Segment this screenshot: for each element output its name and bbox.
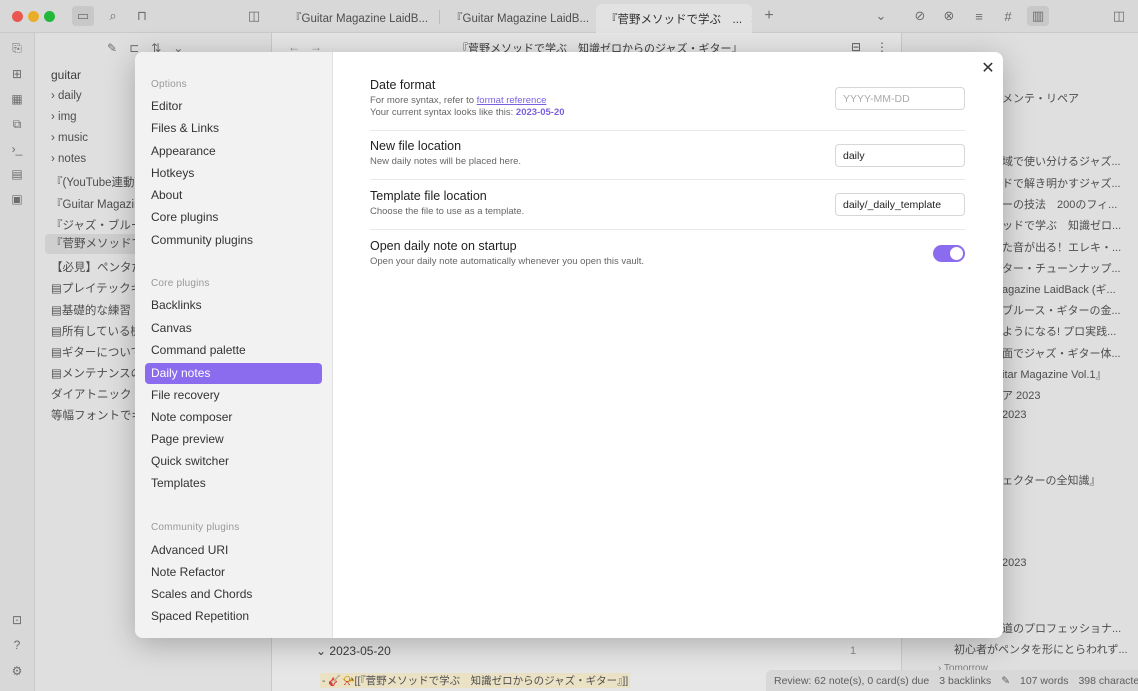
nav-item-note-composer[interactable]: Note composer <box>145 407 322 428</box>
nav-item-hotkeys[interactable]: Hotkeys <box>145 163 322 184</box>
date-format-input[interactable] <box>835 87 965 110</box>
desc-text: Your current syntax looks like this: <box>370 107 516 118</box>
nav-item-command-palette[interactable]: Command palette <box>145 340 322 361</box>
current-date-preview: 2023-05-20 <box>515 107 565 118</box>
settings-nav: Options Editor Files & Links Appearance … <box>135 52 333 638</box>
setting-description: Open your daily note automatically whene… <box>370 256 645 267</box>
nav-item-note-refactor[interactable]: Note Refactor <box>145 562 322 583</box>
nav-item-editor[interactable]: Editor <box>145 96 322 117</box>
close-icon[interactable]: ✕ <box>978 58 998 78</box>
setting-open-on-startup: Open daily note on startup Open your dai… <box>370 239 965 279</box>
nav-item-advanced-uri[interactable]: Advanced URI <box>145 540 322 561</box>
desc-text: For more syntax, refer to <box>370 95 477 106</box>
nav-item-files-links[interactable]: Files & Links <box>145 118 322 139</box>
nav-item-daily-notes[interactable]: Daily notes <box>145 363 322 384</box>
nav-item-community-plugins[interactable]: Community plugins <box>145 230 322 251</box>
nav-item-about[interactable]: About <box>145 185 322 206</box>
setting-template-file-location: Template file location Choose the file t… <box>370 189 965 230</box>
new-file-location-input[interactable] <box>835 144 965 167</box>
nav-item-backlinks[interactable]: Backlinks <box>145 295 322 316</box>
nav-item-scales-and-chords[interactable]: Scales and Chords <box>145 584 322 605</box>
nav-heading-community: Community plugins <box>151 522 240 533</box>
nav-heading-core: Core plugins <box>151 278 210 289</box>
nav-item-file-recovery[interactable]: File recovery <box>145 385 322 406</box>
nav-item-templates[interactable]: Templates <box>145 473 322 494</box>
nav-heading-options: Options <box>151 79 187 90</box>
nav-item-appearance[interactable]: Appearance <box>145 141 322 162</box>
format-reference-link[interactable]: format reference <box>477 95 547 106</box>
setting-name: Open daily note on startup <box>370 239 517 253</box>
setting-new-file-location: New file location New daily notes will b… <box>370 139 965 180</box>
nav-item-canvas[interactable]: Canvas <box>145 318 322 339</box>
nav-item-spaced-repetition[interactable]: Spaced Repetition <box>145 606 322 627</box>
toggle-knob <box>950 247 963 260</box>
nav-item-quick-switcher[interactable]: Quick switcher <box>145 451 322 472</box>
nav-item-page-preview[interactable]: Page preview <box>145 429 322 450</box>
template-file-location-input[interactable] <box>835 193 965 216</box>
settings-modal: Options Editor Files & Links Appearance … <box>135 52 1003 638</box>
setting-date-format: Date format For more syntax, refer to fo… <box>370 78 965 131</box>
nav-item-core-plugins[interactable]: Core plugins <box>145 207 322 228</box>
open-on-startup-toggle[interactable] <box>933 245 965 262</box>
